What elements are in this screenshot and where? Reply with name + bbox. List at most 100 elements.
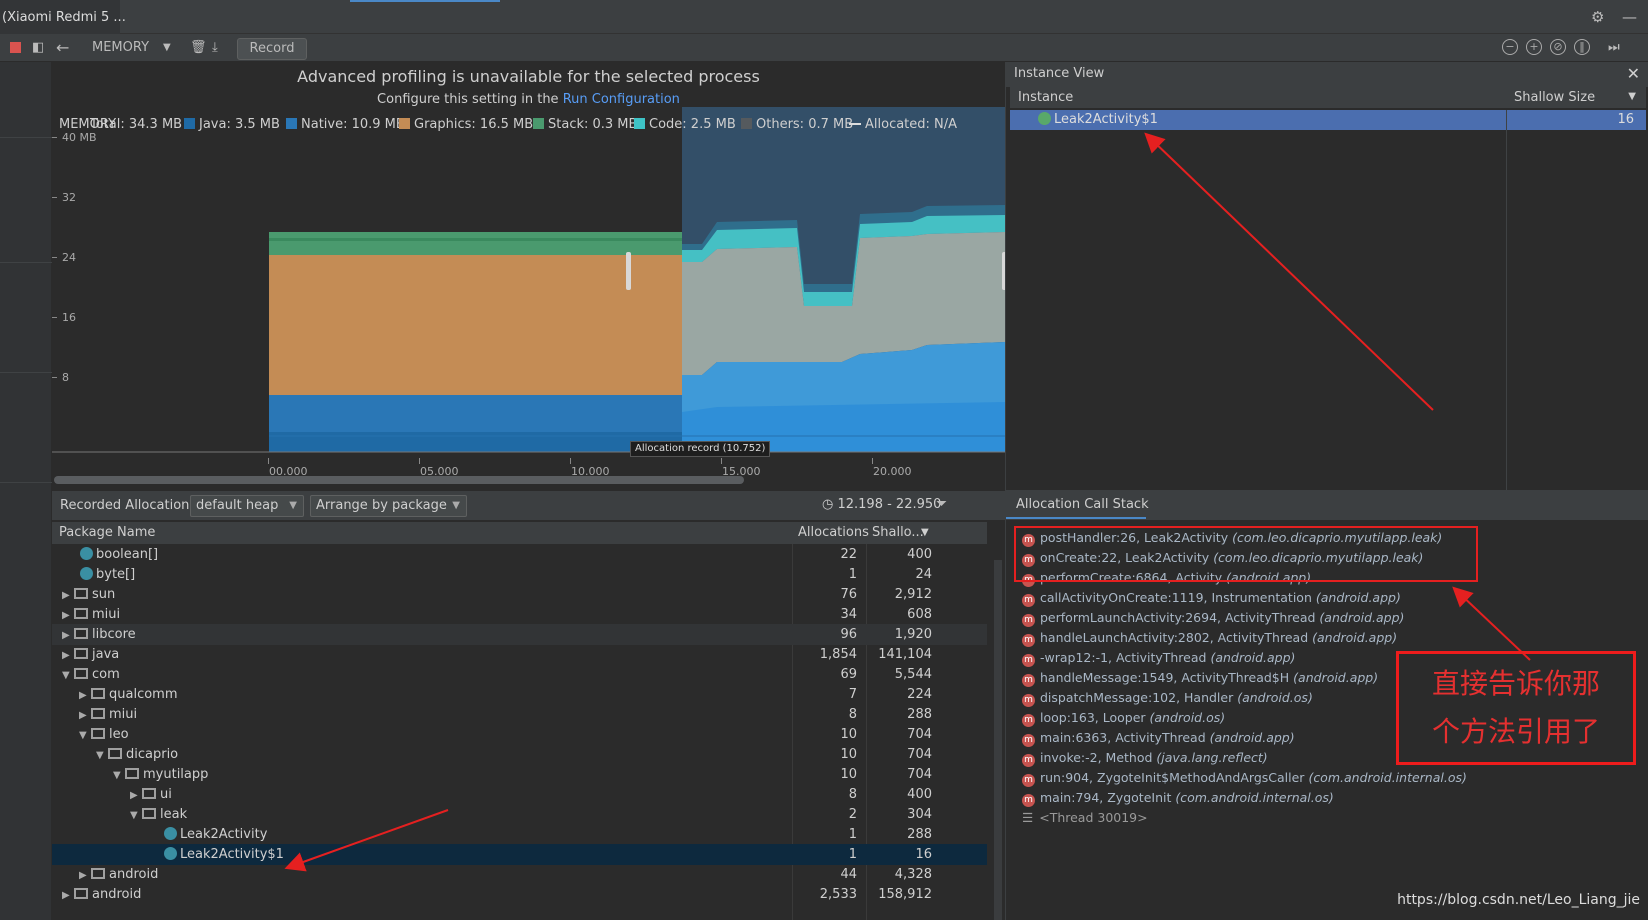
col-shallow-size[interactable]: Shallo... bbox=[872, 525, 924, 540]
go-live-icon[interactable]: ⏭ bbox=[1608, 38, 1620, 58]
collapse-arrow-icon[interactable]: ▼ bbox=[113, 765, 125, 786]
table-row[interactable]: ▶ android 44 4,328 bbox=[52, 864, 987, 885]
table-scrollbar[interactable] bbox=[994, 560, 1002, 920]
table-row-selected[interactable]: Leak2Activity$1 1 16 bbox=[52, 844, 987, 865]
expand-arrow-icon[interactable]: ▶ bbox=[62, 885, 74, 906]
collapse-arrow-icon[interactable]: ▼ bbox=[130, 805, 142, 826]
table-row[interactable]: ▼ leak 2 304 bbox=[52, 804, 987, 825]
expand-arrow-icon[interactable]: ▶ bbox=[79, 685, 91, 706]
device-tab[interactable]: (Xiaomi Redmi 5 ... bbox=[0, 0, 126, 34]
table-row[interactable]: ▶ sun 76 2,912 bbox=[52, 584, 987, 605]
sort-desc-icon[interactable]: ▼ bbox=[1628, 91, 1636, 102]
table-row[interactable]: ▶ ui 8 400 bbox=[52, 784, 987, 805]
annotation-line: 直接告诉你那 bbox=[1431, 667, 1600, 700]
record-button[interactable]: Record bbox=[237, 38, 307, 60]
heap-dropdown[interactable]: default heap ▼ bbox=[190, 495, 304, 517]
stack-frame[interactable]: m invoke:-2, Method (java.lang.reflect) bbox=[1022, 750, 1268, 767]
heap-dump-icon[interactable]: ⤓ bbox=[212, 38, 218, 58]
trash-icon[interactable]: 🗑 bbox=[190, 38, 207, 58]
back-arrow-icon[interactable]: ← bbox=[56, 38, 69, 58]
expand-arrow-icon[interactable]: ▶ bbox=[130, 785, 142, 806]
expand-arrow-icon[interactable]: ▶ bbox=[79, 705, 91, 726]
stack-frame[interactable]: m main:6363, ActivityThread (android.app) bbox=[1022, 730, 1295, 747]
package-name: dicaprio bbox=[126, 747, 179, 762]
frame-method: loop:163, Looper bbox=[1040, 710, 1146, 725]
gear-icon[interactable]: ⚙ bbox=[1591, 8, 1604, 26]
y-tick bbox=[52, 317, 57, 318]
stack-frame[interactable]: m loop:163, Looper (android.os) bbox=[1022, 710, 1225, 727]
stack-frame[interactable]: m handleMessage:1549, ActivityThread$H (a… bbox=[1022, 670, 1378, 687]
zoom-out-icon[interactable]: − bbox=[1502, 39, 1518, 55]
allocations-cell: 8 bbox=[848, 787, 857, 802]
table-row[interactable]: ▼ com 69 5,544 bbox=[52, 664, 987, 685]
close-icon[interactable]: ✕ bbox=[1627, 64, 1640, 83]
expand-arrow-icon[interactable]: ▶ bbox=[62, 645, 74, 666]
table-row[interactable]: ▶ qualcomm 7 224 bbox=[52, 684, 987, 705]
y-label: 8 bbox=[62, 371, 69, 384]
table-row[interactable]: ▼ leo 10 704 bbox=[52, 724, 987, 745]
shallow-size-cell: 704 bbox=[907, 727, 932, 742]
stack-frame[interactable]: m handleLaunchActivity:2802, ActivityThre… bbox=[1022, 630, 1397, 647]
col-package-name[interactable]: Package Name bbox=[59, 525, 155, 540]
call-stack-tab[interactable]: Allocation Call Stack bbox=[1006, 490, 1648, 520]
stack-frame[interactable]: m -wrap12:-1, ActivityThread (android.app… bbox=[1022, 650, 1295, 667]
stack-frame[interactable]: m dispatchMessage:102, Handler (android.o… bbox=[1022, 690, 1313, 707]
frame-package: (android.app) bbox=[1315, 590, 1401, 605]
col-allocations[interactable]: Allocations bbox=[798, 525, 869, 540]
class-instance-icon bbox=[1038, 112, 1051, 125]
instance-row[interactable]: Leak2Activity$1 16 bbox=[1010, 110, 1646, 130]
legend-allocated: Allocated: N/A bbox=[849, 117, 957, 132]
collapse-arrow-icon[interactable]: ▼ bbox=[62, 665, 74, 686]
table-row[interactable]: boolean[] 22 400 bbox=[52, 544, 987, 565]
stack-frame[interactable]: m callActivityOnCreate:1119, Instrumentat… bbox=[1022, 590, 1401, 607]
run-configuration-link[interactable]: Run Configuration bbox=[563, 92, 680, 107]
table-row[interactable]: ▼ myutilapp 10 704 bbox=[52, 764, 987, 785]
shallow-size-cell: 704 bbox=[907, 767, 932, 782]
chevron-down-icon[interactable]: ▼ bbox=[163, 38, 171, 58]
shallow-size-column-header[interactable]: Shallow Size ▼ bbox=[1506, 87, 1646, 109]
thread-label: <Thread 30019> bbox=[1039, 810, 1148, 825]
stack-area-edge bbox=[269, 238, 682, 241]
method-icon: m bbox=[1022, 734, 1035, 747]
profiler-selector[interactable]: MEMORY bbox=[92, 38, 149, 58]
column-divider bbox=[1506, 110, 1507, 490]
expand-arrow-icon[interactable]: ▶ bbox=[62, 625, 74, 646]
reset-zoom-icon[interactable]: ⊘ bbox=[1550, 39, 1566, 55]
table-row[interactable]: Leak2Activity 1 288 bbox=[52, 824, 987, 845]
annotation-note: 直接告诉你那 个方法引用了 bbox=[1396, 651, 1636, 765]
collapse-arrow-icon[interactable]: ▼ bbox=[79, 725, 91, 746]
pause-icon[interactable]: ‖ bbox=[1574, 39, 1590, 55]
stack-frame[interactable]: m run:904, ZygoteInit$MethodAndArgsCaller… bbox=[1022, 770, 1467, 787]
table-row[interactable]: ▶ android 2,533 158,912 bbox=[52, 884, 987, 905]
table-row[interactable]: ▶ miui 8 288 bbox=[52, 704, 987, 725]
expand-arrow-icon[interactable]: ▶ bbox=[79, 865, 91, 886]
table-row[interactable]: ▶ java 1,854 141,104 bbox=[52, 644, 987, 665]
call-stack-title: Allocation Call Stack bbox=[1016, 497, 1149, 512]
table-row[interactable]: ▶ miui 34 608 bbox=[52, 604, 987, 625]
panel-toggle-icon[interactable]: ◧ bbox=[32, 38, 44, 58]
class-icon bbox=[80, 547, 93, 560]
expand-arrow-icon[interactable]: ▶ bbox=[62, 605, 74, 626]
x-label: 20.000 bbox=[873, 465, 912, 478]
sort-desc-icon[interactable]: ▼ bbox=[921, 527, 929, 538]
package-name: Leak2Activity bbox=[180, 827, 268, 842]
package-name: leo bbox=[109, 727, 129, 742]
stop-icon[interactable] bbox=[10, 42, 21, 53]
shallow-size-cell: 24 bbox=[915, 567, 932, 582]
stack-frame[interactable]: m performLaunchActivity:2694, ActivityThr… bbox=[1022, 610, 1404, 627]
memory-timeline[interactable]: Advanced profiling is unavailable for th… bbox=[52, 62, 1005, 490]
table-row[interactable]: ▼ dicaprio 10 704 bbox=[52, 744, 987, 765]
method-icon: m bbox=[1022, 674, 1035, 687]
timeline-scrollbar[interactable] bbox=[54, 476, 744, 484]
collapse-arrow-icon[interactable]: ▼ bbox=[96, 745, 108, 766]
instance-column-header[interactable]: Instance bbox=[1010, 87, 1506, 109]
table-row[interactable]: ▶ libcore 96 1,920 bbox=[52, 624, 987, 645]
zoom-in-icon[interactable]: + bbox=[1526, 39, 1542, 55]
table-row[interactable]: byte[] 1 24 bbox=[52, 564, 987, 585]
thread-frame[interactable]: ☰ <Thread 30019> bbox=[1022, 810, 1148, 825]
filter-icon[interactable]: ⏷ bbox=[936, 496, 947, 512]
expand-arrow-icon[interactable]: ▶ bbox=[62, 585, 74, 606]
arrange-dropdown[interactable]: Arrange by package ▼ bbox=[310, 495, 467, 517]
minimize-icon[interactable]: — bbox=[1622, 8, 1637, 26]
stack-frame[interactable]: m main:794, ZygoteInit (com.android.inter… bbox=[1022, 790, 1334, 807]
